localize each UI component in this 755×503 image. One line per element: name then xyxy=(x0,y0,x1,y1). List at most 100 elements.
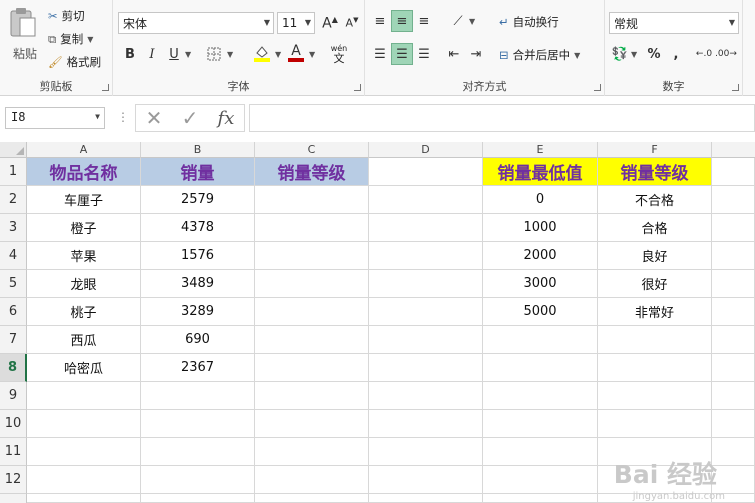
empty-cell[interactable] xyxy=(712,438,755,466)
column-header-d[interactable]: D xyxy=(369,142,483,158)
cell-f4[interactable]: 良好 xyxy=(598,242,712,270)
empty-cell[interactable] xyxy=(369,326,483,354)
cell-f1[interactable]: 销量等级 xyxy=(598,158,712,186)
decrease-indent-button[interactable]: ⇤ xyxy=(443,43,465,65)
empty-cell[interactable] xyxy=(27,382,141,410)
increase-decimal-button[interactable]: ←.0 xyxy=(693,43,715,65)
empty-cell[interactable] xyxy=(483,494,598,503)
empty-cell[interactable] xyxy=(712,270,755,298)
align-center-button[interactable]: ☰ xyxy=(391,43,413,65)
accounting-format-button[interactable]: 💱 xyxy=(609,43,631,65)
column-header-c[interactable]: C xyxy=(255,142,369,158)
empty-cell[interactable] xyxy=(712,242,755,270)
empty-cell[interactable] xyxy=(712,326,755,354)
empty-cell[interactable] xyxy=(369,354,483,382)
cell-a1[interactable]: 物品名称 xyxy=(27,158,141,186)
chevron-down-icon[interactable]: ▼ xyxy=(227,50,233,59)
row-header-8[interactable]: 8 xyxy=(0,354,27,382)
empty-cell[interactable] xyxy=(369,410,483,438)
empty-cell[interactable] xyxy=(369,382,483,410)
cell-e1[interactable]: 销量最低值 xyxy=(483,158,598,186)
cell-b2[interactable]: 2579 xyxy=(141,186,255,214)
borders-button[interactable] xyxy=(203,43,225,65)
row-header-10[interactable]: 10 xyxy=(0,410,27,438)
decrease-decimal-button[interactable]: .00→ xyxy=(715,43,737,65)
row-header-5[interactable]: 5 xyxy=(0,270,27,298)
select-all-button[interactable] xyxy=(0,142,27,158)
row-header-6[interactable]: 6 xyxy=(0,298,27,326)
cell-f3[interactable]: 合格 xyxy=(598,214,712,242)
cell-f6[interactable]: 非常好 xyxy=(598,298,712,326)
percent-style-button[interactable]: % xyxy=(643,43,665,65)
empty-cell[interactable] xyxy=(255,242,369,270)
empty-cell[interactable] xyxy=(27,410,141,438)
chevron-down-icon[interactable]: ▼ xyxy=(631,50,637,59)
row-header-9[interactable]: 9 xyxy=(0,382,27,410)
font-size-select[interactable]: 11 ▼ xyxy=(277,12,315,34)
empty-cell[interactable] xyxy=(598,410,712,438)
fill-color-button[interactable] xyxy=(251,42,273,64)
formula-input[interactable] xyxy=(249,104,755,132)
empty-cell[interactable] xyxy=(369,158,483,186)
cell-a7[interactable]: 西瓜 xyxy=(27,326,141,354)
increase-indent-button[interactable]: ⇥ xyxy=(465,43,487,65)
empty-cell[interactable] xyxy=(712,354,755,382)
empty-cell[interactable] xyxy=(712,214,755,242)
empty-cell[interactable] xyxy=(712,410,755,438)
empty-cell[interactable] xyxy=(255,466,369,494)
bold-button[interactable]: B xyxy=(119,43,141,65)
empty-cell[interactable] xyxy=(255,494,369,503)
number-format-select[interactable]: 常规 ▼ xyxy=(609,12,739,34)
empty-cell[interactable] xyxy=(598,326,712,354)
cell-b5[interactable]: 3489 xyxy=(141,270,255,298)
cell-e3[interactable]: 1000 xyxy=(483,214,598,242)
empty-cell[interactable] xyxy=(369,466,483,494)
dialog-launcher-icon[interactable] xyxy=(594,84,601,91)
row-header-11[interactable]: 11 xyxy=(0,438,27,466)
font-color-button[interactable]: A xyxy=(285,42,307,64)
empty-cell[interactable] xyxy=(141,466,255,494)
cell-a5[interactable]: 龙眼 xyxy=(27,270,141,298)
wrap-text-button[interactable]: ↵ 自动换行 xyxy=(499,14,559,30)
chevron-down-icon[interactable]: ▼ xyxy=(309,50,315,59)
align-top-button[interactable]: ≡ xyxy=(369,10,391,32)
row-header-1[interactable]: 1 xyxy=(0,158,27,186)
empty-cell[interactable] xyxy=(141,382,255,410)
empty-cell[interactable] xyxy=(255,214,369,242)
row-header-2[interactable]: 2 xyxy=(0,186,27,214)
row-header-13[interactable] xyxy=(0,494,27,503)
empty-cell[interactable] xyxy=(712,186,755,214)
empty-cell[interactable] xyxy=(255,270,369,298)
align-right-button[interactable]: ☰ xyxy=(413,43,435,65)
empty-cell[interactable] xyxy=(27,466,141,494)
paste-button[interactable]: 粘贴 xyxy=(8,6,42,61)
empty-cell[interactable] xyxy=(483,382,598,410)
empty-cell[interactable] xyxy=(255,186,369,214)
dialog-launcher-icon[interactable] xyxy=(732,84,739,91)
insert-function-icon[interactable]: fx xyxy=(218,108,235,129)
row-header-12[interactable]: 12 xyxy=(0,466,27,494)
enter-check-icon[interactable]: ✓ xyxy=(182,106,199,130)
row-header-3[interactable]: 3 xyxy=(0,214,27,242)
column-header-b[interactable]: B xyxy=(141,142,255,158)
cell-a8[interactable]: 哈密瓜 xyxy=(27,354,141,382)
dialog-launcher-icon[interactable] xyxy=(102,84,109,91)
empty-cell[interactable] xyxy=(712,382,755,410)
empty-cell[interactable] xyxy=(369,494,483,503)
chevron-down-icon[interactable]: ▼ xyxy=(275,50,281,59)
align-bottom-button[interactable]: ≡ xyxy=(413,10,435,32)
empty-cell[interactable] xyxy=(141,410,255,438)
empty-cell[interactable] xyxy=(141,494,255,503)
grow-font-button[interactable]: A▲ xyxy=(319,12,341,34)
empty-cell[interactable] xyxy=(141,438,255,466)
empty-cell[interactable] xyxy=(369,186,483,214)
empty-cell[interactable] xyxy=(255,298,369,326)
empty-cell[interactable] xyxy=(483,438,598,466)
cell-c1[interactable]: 销量等级 xyxy=(255,158,369,186)
cell-b4[interactable]: 1576 xyxy=(141,242,255,270)
empty-cell[interactable] xyxy=(255,382,369,410)
column-header-a[interactable]: A xyxy=(27,142,141,158)
empty-cell[interactable] xyxy=(483,466,598,494)
empty-cell[interactable] xyxy=(255,438,369,466)
cut-button[interactable]: ✂ 剪切 xyxy=(48,8,85,24)
